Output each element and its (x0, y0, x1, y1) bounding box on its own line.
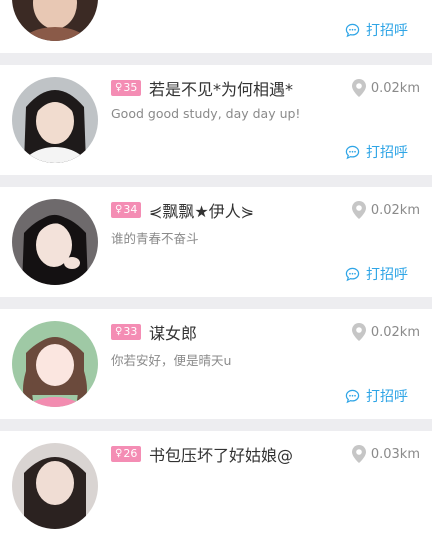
chat-bubble-icon (345, 389, 360, 403)
user-avatar[interactable] (12, 321, 98, 407)
greet-button[interactable]: 打招呼 (345, 264, 408, 284)
female-symbol-icon: ♀ (115, 326, 123, 337)
female-symbol-icon: ♀ (115, 82, 123, 93)
user-card-0[interactable]: 打招呼 (0, 0, 432, 53)
user-signature: Good good study, day day up! (111, 106, 301, 121)
avatar-photo (12, 77, 98, 163)
greet-label: 打招呼 (366, 145, 408, 161)
distance-info: 0.03km (351, 444, 420, 464)
female-symbol-icon: ♀ (115, 448, 123, 459)
avatar-photo (12, 0, 98, 41)
distance-info: 0.02km (351, 78, 420, 98)
user-avatar[interactable] (12, 199, 98, 285)
avatar-photo (12, 199, 98, 285)
avatar-photo (12, 321, 98, 407)
age-badge: ♀ 35 (111, 80, 142, 96)
chat-bubble-icon (345, 145, 360, 159)
user-signature: 你若安好，便是晴天u (111, 353, 232, 368)
location-pin-icon (351, 79, 366, 97)
distance-value: 0.02km (370, 80, 420, 96)
location-pin-icon (351, 201, 366, 219)
age-value: 34 (123, 203, 138, 216)
female-symbol-icon: ♀ (115, 204, 123, 215)
user-avatar[interactable] (12, 77, 98, 163)
user-nickname: ⋞飘飘★伊人⋟ (149, 202, 255, 221)
chat-bubble-icon (345, 267, 360, 281)
user-card-1[interactable]: ♀ 35 若是不见*为何相遇* Good good study, day day… (0, 65, 432, 175)
age-badge: ♀ 26 (111, 446, 142, 462)
avatar-photo (12, 443, 98, 529)
user-card-3[interactable]: ♀ 33 谋女郎 你若安好，便是晴天u 0.02km 打招呼 (0, 309, 432, 419)
user-card-4[interactable]: ♀ 26 书包压坏了好姑娘@ 0.03km (0, 431, 432, 541)
greet-button[interactable]: 打招呼 (345, 386, 408, 406)
location-pin-icon (351, 323, 366, 341)
greet-label: 打招呼 (366, 23, 408, 39)
age-value: 33 (123, 325, 138, 338)
distance-value: 0.02km (370, 324, 420, 340)
user-nickname: 书包压坏了好姑娘@ (149, 446, 294, 465)
distance-info: 0.02km (351, 200, 420, 220)
greet-button[interactable]: 打招呼 (345, 20, 408, 40)
user-nickname: 若是不见*为何相遇* (149, 80, 294, 99)
location-pin-icon (351, 445, 366, 463)
distance-value: 0.03km (370, 446, 420, 462)
user-card-2[interactable]: ♀ 34 ⋞飘飘★伊人⋟ 谁的青春不奋斗 0.02km 打招呼 (0, 187, 432, 297)
age-value: 26 (123, 447, 138, 460)
greet-label: 打招呼 (366, 267, 408, 283)
greet-button[interactable]: 打招呼 (345, 142, 408, 162)
age-badge: ♀ 33 (111, 324, 142, 340)
user-nickname: 谋女郎 (149, 324, 198, 343)
greet-label: 打招呼 (366, 389, 408, 405)
distance-value: 0.02km (370, 202, 420, 218)
user-signature: 谁的青春不奋斗 (111, 231, 199, 246)
age-value: 35 (123, 81, 138, 94)
age-badge: ♀ 34 (111, 202, 142, 218)
chat-bubble-icon (345, 23, 360, 37)
user-avatar[interactable] (12, 0, 98, 41)
user-avatar[interactable] (12, 443, 98, 529)
distance-info: 0.02km (351, 322, 420, 342)
